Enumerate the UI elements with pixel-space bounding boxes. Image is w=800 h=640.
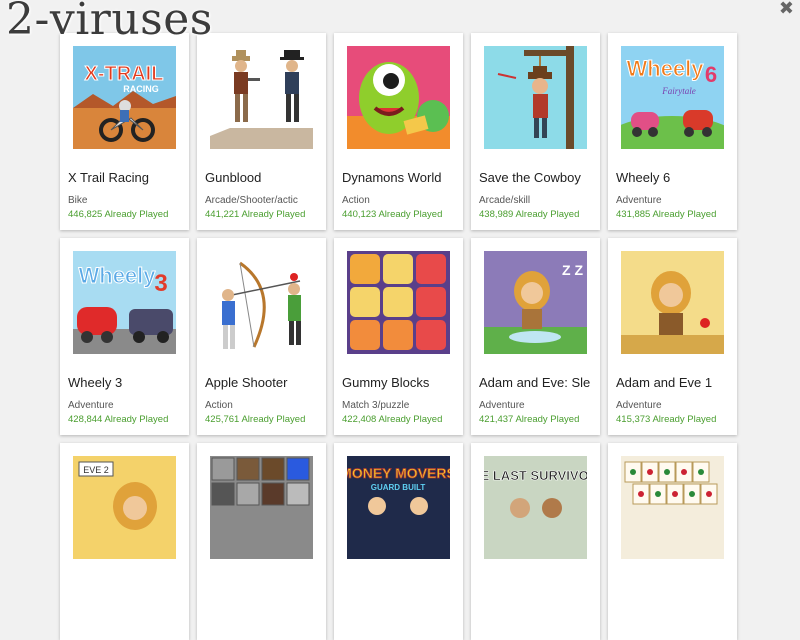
game-play-count: 422,408 Already Played <box>342 414 443 425</box>
close-icon[interactable]: ✖ <box>779 0 794 19</box>
game-category: Bike <box>68 195 88 206</box>
game-title[interactable]: Save the Cowboy <box>479 170 595 185</box>
game-title[interactable]: Adam and Eve: Sle <box>479 375 595 390</box>
game-category: Match 3/puzzle <box>342 400 410 411</box>
thumb-sub-text: RACING <box>123 84 159 94</box>
thumb-number-text: 3 <box>154 270 167 297</box>
game-card-dynamons-world[interactable]: Dynamons World Action 440,123 Already Pl… <box>334 33 463 230</box>
thumb-logo-text: THE LAST SURVIVORS <box>484 468 587 483</box>
game-title[interactable]: X Trail Racing <box>68 170 184 185</box>
game-thumbnail[interactable]: Wheely 6 Fairytale <box>621 46 724 149</box>
game-card-gunblood[interactable]: Gunblood Arcade/Shooter/actic 441,221 Al… <box>197 33 326 230</box>
game-title[interactable]: Adam and Eve 1 <box>616 375 732 390</box>
game-play-count: 428,844 Already Played <box>68 414 169 425</box>
game-thumbnail[interactable] <box>347 251 450 354</box>
game-thumbnail[interactable] <box>347 46 450 149</box>
thumb-logo-text: MONEY MOVERS <box>347 465 450 481</box>
thumb-logo-text: X-TRAIL <box>85 63 164 85</box>
game-card-money-movers[interactable]: MONEY MOVERS GUARD BUILT <box>334 443 463 640</box>
site-watermark: 2-viruses <box>6 0 213 45</box>
game-play-count: 425,761 Already Played <box>205 414 306 425</box>
games-grid: X-TRAIL RACING X Trail Racing Bike 446,8… <box>60 33 737 640</box>
game-card-apple-shooter[interactable]: Apple Shooter Action 425,761 Already Pla… <box>197 238 326 435</box>
game-card-adam-and-eve-sleepwalker[interactable]: Z Z Adam and Eve: Sle Adventure 421,437 … <box>471 238 600 435</box>
game-category: Adventure <box>479 400 525 411</box>
thumb-number-text: 6 <box>705 62 717 87</box>
game-card-adam-and-eve-2[interactable]: EVE 2 <box>60 443 189 640</box>
game-thumbnail[interactable] <box>210 46 313 149</box>
game-title[interactable]: Wheely 3 <box>68 375 184 390</box>
game-thumbnail[interactable] <box>210 456 313 559</box>
game-thumbnail[interactable] <box>621 251 724 354</box>
game-thumbnail[interactable] <box>210 251 313 354</box>
thumb-sub-text: Fairytale <box>661 86 696 96</box>
thumb-sub-text: GUARD BUILT <box>371 483 426 492</box>
game-category: Action <box>205 400 233 411</box>
game-play-count: 415,373 Already Played <box>616 414 717 425</box>
game-play-count: 421,437 Already Played <box>479 414 580 425</box>
game-thumbnail[interactable]: THE LAST SURVIVORS <box>484 456 587 559</box>
game-category: Adventure <box>68 400 114 411</box>
game-card-the-last-survivors[interactable]: THE LAST SURVIVORS <box>471 443 600 640</box>
game-card-save-the-cowboy[interactable]: Save the Cowboy Arcade/skill 438,989 Alr… <box>471 33 600 230</box>
game-card-x-trail-racing[interactable]: X-TRAIL RACING X Trail Racing Bike 446,8… <box>60 33 189 230</box>
thumb-sign-text: EVE 2 <box>83 465 109 475</box>
game-thumbnail[interactable]: Wheely 3 <box>73 251 176 354</box>
svg-text:Z Z: Z Z <box>562 262 583 278</box>
game-category: Adventure <box>616 400 662 411</box>
thumb-logo-text: Wheely <box>78 263 156 288</box>
game-title[interactable]: Wheely 6 <box>616 170 732 185</box>
game-category: Arcade/skill <box>479 195 531 206</box>
game-play-count: 431,885 Already Played <box>616 209 717 220</box>
game-category: Action <box>342 195 370 206</box>
game-thumbnail[interactable]: Z Z <box>484 251 587 354</box>
game-thumbnail[interactable]: EVE 2 <box>73 456 176 559</box>
game-category: Adventure <box>616 195 662 206</box>
game-category: Arcade/Shooter/actic <box>205 195 298 206</box>
game-title[interactable]: Gunblood <box>205 170 321 185</box>
game-card-gummy-blocks[interactable]: Gummy Blocks Match 3/puzzle 422,408 Alre… <box>334 238 463 435</box>
game-card-adam-and-eve-1[interactable]: Adam and Eve 1 Adventure 415,373 Already… <box>608 238 737 435</box>
game-card-wheely-6[interactable]: Wheely 6 Fairytale Wheely 6 Adventure 43… <box>608 33 737 230</box>
game-title[interactable]: Apple Shooter <box>205 375 321 390</box>
game-card-mahjong[interactable] <box>608 443 737 640</box>
game-play-count: 438,989 Already Played <box>479 209 580 220</box>
game-card-minecraft[interactable] <box>197 443 326 640</box>
game-thumbnail[interactable] <box>484 46 587 149</box>
game-thumbnail[interactable]: X-TRAIL RACING <box>73 46 176 149</box>
game-thumbnail[interactable]: MONEY MOVERS GUARD BUILT <box>347 456 450 559</box>
game-play-count: 441,221 Already Played <box>205 209 306 220</box>
game-play-count: 440,123 Already Played <box>342 209 443 220</box>
game-title[interactable]: Dynamons World <box>342 170 458 185</box>
thumb-logo-text: Wheely <box>626 56 704 81</box>
game-card-wheely-3[interactable]: Wheely 3 Wheely 3 Adventure 428,844 Alre… <box>60 238 189 435</box>
game-title[interactable]: Gummy Blocks <box>342 375 458 390</box>
game-play-count: 446,825 Already Played <box>68 209 169 220</box>
game-thumbnail[interactable] <box>621 456 724 559</box>
